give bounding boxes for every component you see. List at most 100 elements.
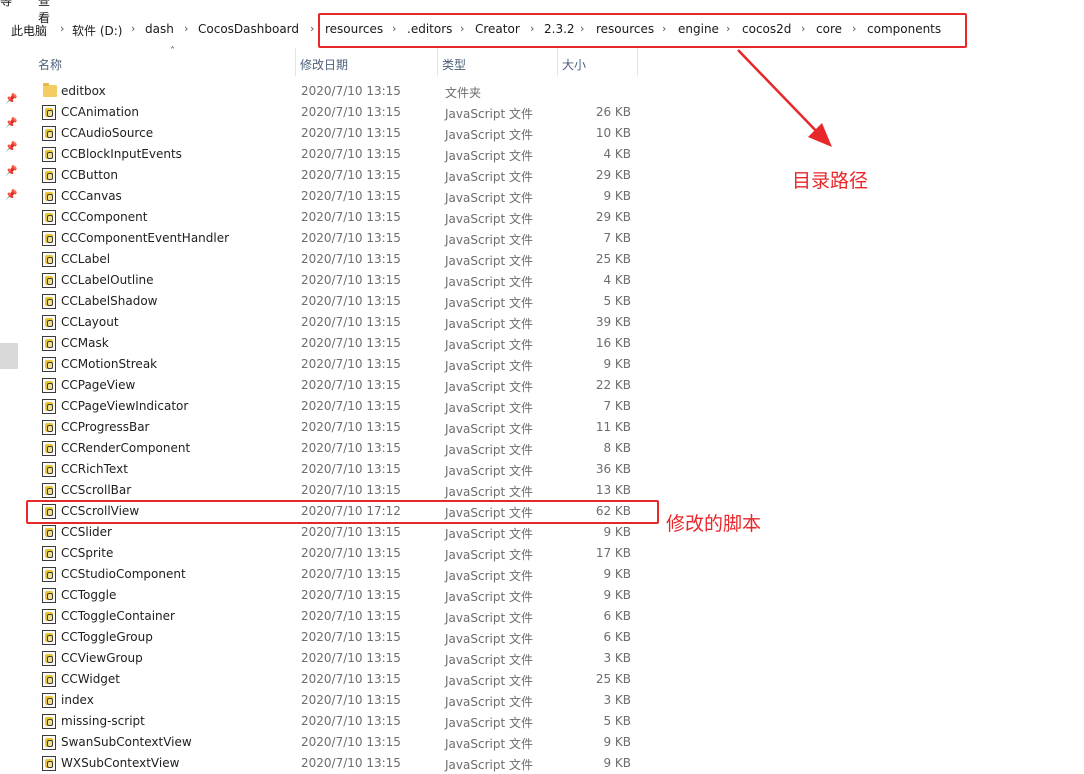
file-type: JavaScript 文件 <box>445 170 533 184</box>
file-row[interactable]: CCCanvas 2020/7/10 13:15 JavaScript 文件 9 KB <box>22 186 642 207</box>
js-file-icon <box>42 315 58 331</box>
js-file-icon <box>42 525 58 541</box>
file-modified-date: 2020/7/10 13:15 <box>301 441 401 455</box>
file-modified-date: 2020/7/10 13:15 <box>301 399 401 413</box>
file-row[interactable]: WXSubContextView 2020/7/10 13:15 JavaScrip… <box>22 753 642 774</box>
breadcrumb-item[interactable]: dash <box>145 22 174 36</box>
column-header-date[interactable]: 修改日期 <box>296 48 438 76</box>
file-modified-date: 2020/7/10 13:15 <box>301 210 401 224</box>
pin-icon[interactable]: 📌 <box>5 118 17 130</box>
file-modified-date: 2020/7/10 13:15 <box>301 168 401 182</box>
file-modified-date: 2020/7/10 13:15 <box>301 294 401 308</box>
file-row[interactable]: missing-script 2020/7/10 13:15 JavaScript … <box>22 711 642 732</box>
file-row[interactable]: CCAudioSource 2020/7/10 13:15 JavaScript 文… <box>22 123 642 144</box>
file-size: 25 KB <box>595 672 631 686</box>
js-file-icon <box>42 546 58 562</box>
file-row[interactable]: CCMotionStreak 2020/7/10 13:15 JavaScript … <box>22 354 642 375</box>
file-row[interactable]: CCBlockInputEvents 2020/7/10 13:15 JavaScr… <box>22 144 642 165</box>
file-row[interactable]: CCToggleContainer 2020/7/10 13:15 JavaScri… <box>22 606 642 627</box>
breadcrumb-item[interactable]: CocosDashboard <box>198 22 299 36</box>
file-size: 10 KB <box>595 126 631 140</box>
file-row[interactable]: CCLayout 2020/7/10 13:15 JavaScript 文件 39 K… <box>22 312 642 333</box>
file-row[interactable]: CCSprite 2020/7/10 13:15 JavaScript 文件 17 K… <box>22 543 642 564</box>
breadcrumb-item[interactable]: 此电脑 <box>11 22 47 39</box>
file-row[interactable]: CCToggleGroup 2020/7/10 13:15 JavaScript 文… <box>22 627 642 648</box>
file-row[interactable]: CCButton 2020/7/10 13:15 JavaScript 文件 29 K… <box>22 165 642 186</box>
file-modified-date: 2020/7/10 13:15 <box>301 609 401 623</box>
file-name: missing-script <box>61 714 145 728</box>
file-modified-date: 2020/7/10 13:15 <box>301 588 401 602</box>
file-modified-date: 2020/7/10 13:15 <box>301 525 401 539</box>
pin-icon[interactable]: 📌 <box>5 94 17 106</box>
file-type: JavaScript 文件 <box>445 359 533 373</box>
file-type: JavaScript 文件 <box>445 422 533 436</box>
file-modified-date: 2020/7/10 13:15 <box>301 357 401 371</box>
file-row[interactable]: CCComponent 2020/7/10 13:15 JavaScript 文件 2… <box>22 207 642 228</box>
column-header-size[interactable]: 大小 <box>558 48 638 76</box>
js-file-icon <box>42 567 58 583</box>
file-type: JavaScript 文件 <box>445 317 533 331</box>
file-modified-date: 2020/7/10 13:15 <box>301 420 401 434</box>
file-size: 17 KB <box>595 546 631 560</box>
folder-icon <box>42 83 58 100</box>
file-size: 36 KB <box>595 462 631 476</box>
file-row[interactable]: CCViewGroup 2020/7/10 13:15 JavaScript 文件 3… <box>22 648 642 669</box>
file-size: 9 KB <box>603 357 631 371</box>
file-name: CCComponentEventHandler <box>61 231 230 245</box>
file-row[interactable]: editbox 2020/7/10 13:15 文件夹 <box>22 81 642 102</box>
file-row[interactable]: CCProgressBar 2020/7/10 13:15 JavaScript 文… <box>22 417 642 438</box>
file-row[interactable]: CCLabel 2020/7/10 13:15 JavaScript 文件 25 KB <box>22 249 642 270</box>
js-file-icon <box>42 336 58 352</box>
js-file-icon <box>42 378 58 394</box>
file-row[interactable]: CCSlider 2020/7/10 13:15 JavaScript 文件 9 KB <box>22 522 642 543</box>
file-row[interactable]: CCLabelShadow 2020/7/10 13:15 JavaScript 文… <box>22 291 642 312</box>
chevron-right-icon[interactable]: › <box>310 22 314 35</box>
file-name: CCProgressBar <box>61 420 150 434</box>
file-type: JavaScript 文件 <box>445 338 533 352</box>
file-size: 39 KB <box>595 315 631 329</box>
column-header-type[interactable]: 类型 <box>438 48 558 76</box>
file-modified-date: 2020/7/10 13:15 <box>301 693 401 707</box>
file-row[interactable]: CCMask 2020/7/10 13:15 JavaScript 文件 16 KB <box>22 333 642 354</box>
js-file-icon <box>42 630 58 646</box>
file-type: JavaScript 文件 <box>445 401 533 415</box>
file-row[interactable]: CCComponentEventHandler 2020/7/10 13:15 Ja… <box>22 228 642 249</box>
navigation-selected-item[interactable] <box>0 343 18 369</box>
file-row[interactable]: CCToggle 2020/7/10 13:15 JavaScript 文件 9 KB <box>22 585 642 606</box>
file-size: 9 KB <box>603 588 631 602</box>
menu-item-clipped-left[interactable]: 等 <box>0 0 12 9</box>
file-row[interactable]: CCRichText 2020/7/10 13:15 JavaScript 文件 36… <box>22 459 642 480</box>
file-row[interactable]: CCPageView 2020/7/10 13:15 JavaScript 文件 22… <box>22 375 642 396</box>
file-row[interactable]: index 2020/7/10 13:15 JavaScript 文件 3 KB <box>22 690 642 711</box>
file-row[interactable]: CCPageViewIndicator 2020/7/10 13:15 JavaSc… <box>22 396 642 417</box>
js-file-icon <box>42 420 58 436</box>
js-file-icon <box>42 483 58 499</box>
file-name: CCWidget <box>61 672 121 686</box>
file-row[interactable]: CCStudioComponent 2020/7/10 13:15 JavaScri… <box>22 564 642 585</box>
js-file-icon <box>42 735 58 751</box>
chevron-right-icon[interactable]: › <box>131 22 135 35</box>
js-file-icon <box>42 357 58 373</box>
file-size: 9 KB <box>603 567 631 581</box>
file-row[interactable]: SwanSubContextView 2020/7/10 13:15 JavaScr… <box>22 732 642 753</box>
pin-icon[interactable]: 📌 <box>5 166 17 178</box>
js-file-icon <box>42 462 58 478</box>
pin-icon[interactable]: 📌 <box>5 190 17 202</box>
file-row[interactable]: CCRenderComponent 2020/7/10 13:15 JavaScri… <box>22 438 642 459</box>
js-file-icon <box>42 210 58 226</box>
arrow-annotation <box>737 49 832 147</box>
file-row[interactable]: CCLabelOutline 2020/7/10 13:15 JavaScript … <box>22 270 642 291</box>
file-name: index <box>61 693 94 707</box>
file-row[interactable]: CCWidget 2020/7/10 13:15 JavaScript 文件 25 K… <box>22 669 642 690</box>
file-modified-date: 2020/7/10 13:15 <box>301 735 401 749</box>
column-header-name[interactable]: 名称 ˄ <box>34 46 296 76</box>
file-row[interactable]: CCScrollBar 2020/7/10 13:15 JavaScript 文件 1… <box>22 480 642 501</box>
file-name: CCSprite <box>61 546 114 560</box>
file-row[interactable]: CCAnimation 2020/7/10 13:15 JavaScript 文件 2… <box>22 102 642 123</box>
file-type: JavaScript 文件 <box>445 443 533 457</box>
pin-icon[interactable]: 📌 <box>5 142 17 154</box>
file-name: CCLabelShadow <box>61 294 158 308</box>
chevron-right-icon[interactable]: › <box>184 22 188 35</box>
breadcrumb-item[interactable]: 软件 (D:) <box>72 22 122 39</box>
chevron-right-icon[interactable]: › <box>60 22 64 35</box>
